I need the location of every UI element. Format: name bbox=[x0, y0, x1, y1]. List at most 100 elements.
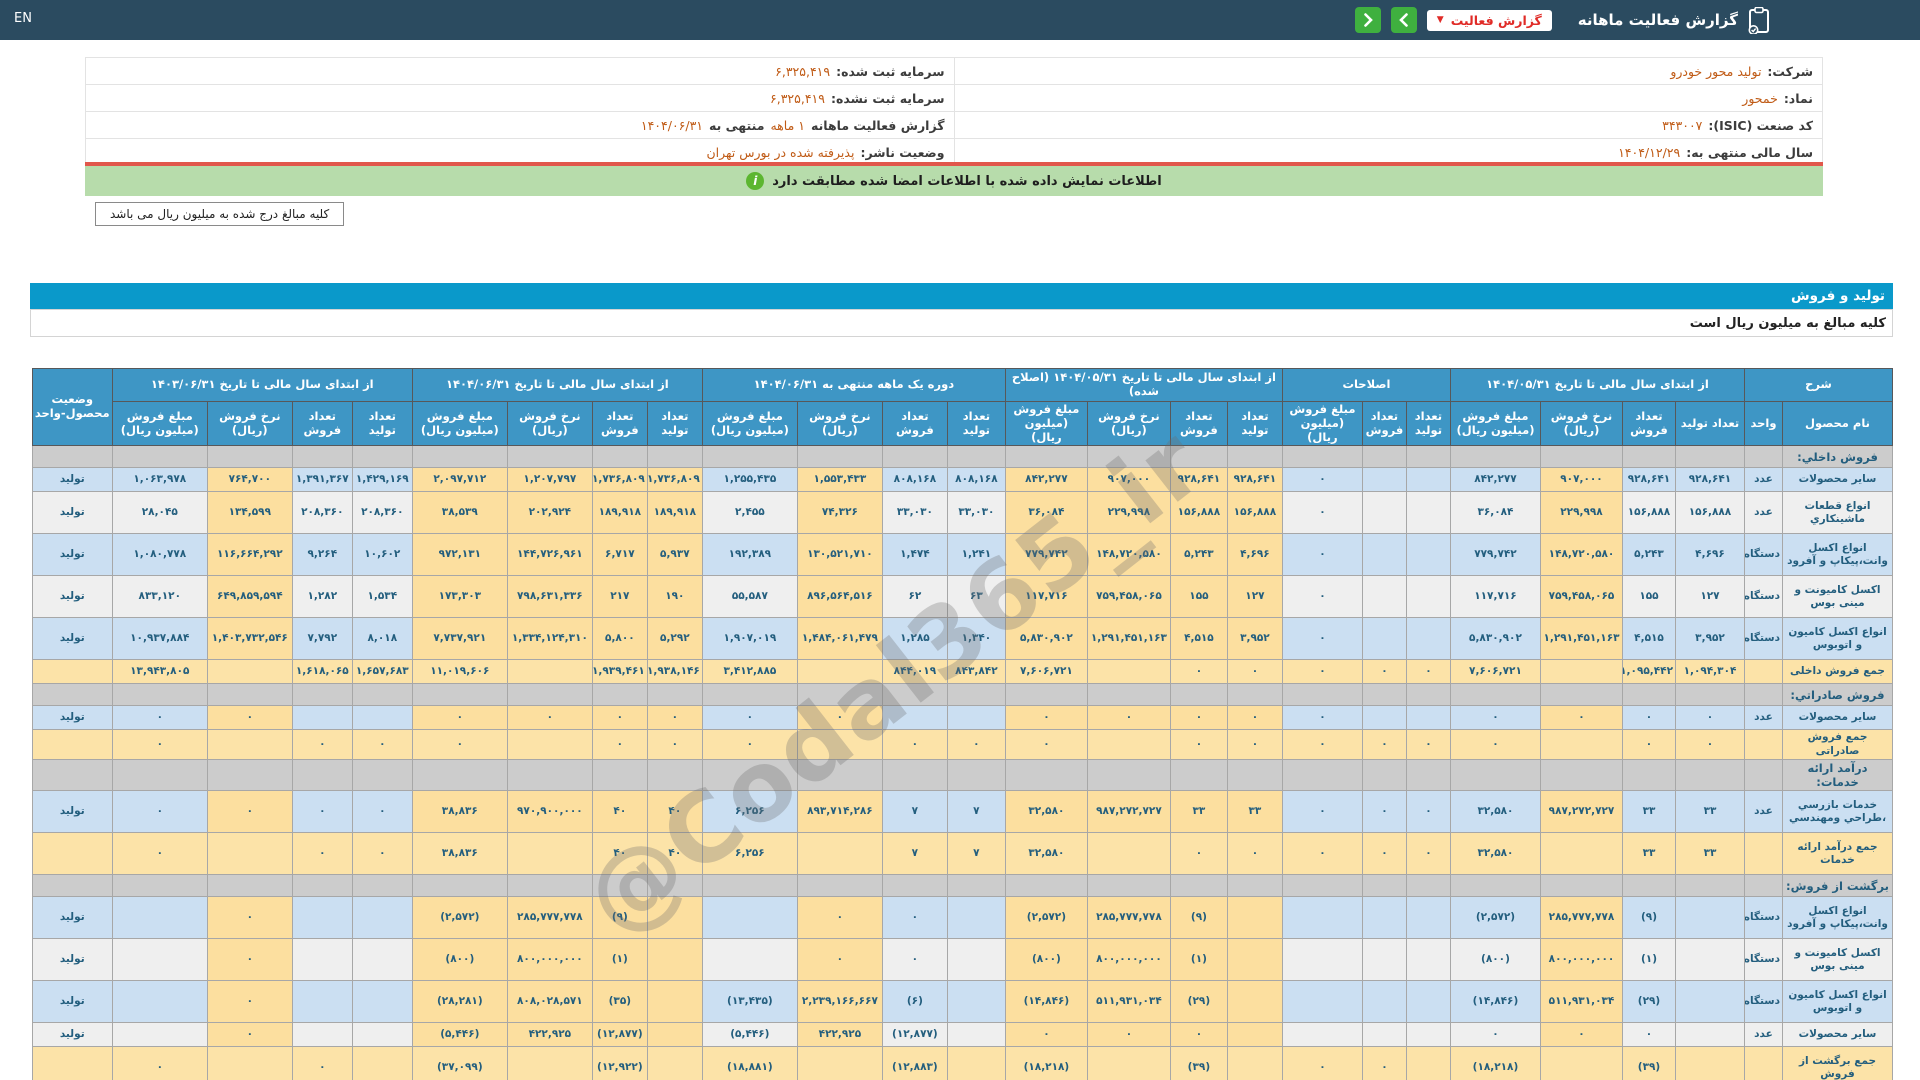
cell-c-amount: (۸۰۰) bbox=[1004, 938, 1088, 982]
next-report-button[interactable] bbox=[1390, 7, 1417, 33]
cell-b-qty-sale bbox=[1361, 445, 1407, 469]
cell-a-qty-sale: ۰ bbox=[1621, 705, 1676, 731]
cell-f-qty-sale bbox=[291, 683, 353, 707]
cell-d-rate: ۸۹۶,۵۶۴,۵۱۶ bbox=[796, 575, 883, 619]
report-type-dropdown[interactable]: گزارش فعالیت ▼ bbox=[1426, 9, 1552, 31]
info-icon: i bbox=[746, 172, 765, 190]
cell-e-qty-prod bbox=[646, 896, 703, 940]
cell-c-qty-sale: (۳۹) bbox=[1169, 1046, 1228, 1080]
cell-b-qty-prod bbox=[1405, 705, 1451, 731]
product-name: جمع فروش صادراتی bbox=[1782, 729, 1893, 760]
cell-c-rate bbox=[1086, 1046, 1171, 1080]
cell-c-amount bbox=[1004, 758, 1088, 792]
cell-c-amount: ۳۲,۵۸۰ bbox=[1004, 832, 1088, 876]
cell-e-amount bbox=[411, 445, 508, 469]
cell-b-qty-sale bbox=[1361, 980, 1407, 1024]
cell-b-amount bbox=[1281, 683, 1363, 707]
cell-a-amount: ۰ bbox=[1449, 705, 1541, 731]
cell-b-amount: ۰ bbox=[1281, 575, 1363, 619]
cell-d-qty-sale: ۶۲ bbox=[881, 575, 948, 619]
cell-c-qty-sale: ۴,۵۱۵ bbox=[1169, 617, 1228, 661]
cell-a-qty-prod: ۰ bbox=[1674, 705, 1745, 731]
product-name: سایر محصولات bbox=[1782, 467, 1893, 493]
cell-c-rate bbox=[1086, 729, 1171, 760]
cell-a-amount: ۰ bbox=[1449, 1022, 1541, 1048]
cell-e-qty-sale bbox=[591, 683, 648, 707]
cell-d-rate bbox=[796, 445, 883, 469]
cell-e-rate: ۲۰۲,۹۲۴ bbox=[506, 491, 593, 535]
cell-d-rate bbox=[796, 683, 883, 707]
cell-a-rate: ۱,۲۹۱,۴۵۱,۱۶۳ bbox=[1539, 617, 1623, 661]
production-sales-header: تولید و فروش bbox=[30, 283, 1893, 309]
status bbox=[31, 758, 113, 792]
cell-b-amount: ۰ bbox=[1281, 659, 1363, 685]
cell-f-qty-prod bbox=[351, 705, 413, 731]
cell-f-rate bbox=[206, 659, 293, 685]
cell-e-amount: ۷,۷۳۷,۹۲۱ bbox=[411, 617, 508, 661]
header-unit: واحد bbox=[1743, 400, 1784, 447]
cell-e-qty-prod bbox=[646, 1022, 703, 1048]
cell-a-qty-sale: ۴,۵۱۵ bbox=[1621, 617, 1676, 661]
cell-e-qty-sale: ۵,۸۰۰ bbox=[591, 617, 648, 661]
cell-d-rate: ۸۹۳,۷۱۴,۲۸۶ bbox=[796, 790, 883, 834]
cell-b-qty-sale bbox=[1361, 617, 1407, 661]
cell-a-amount: ۰ bbox=[1449, 729, 1541, 760]
cell-e-qty-sale: (۹) bbox=[591, 896, 648, 940]
cell-f-rate bbox=[206, 445, 293, 469]
cell-c-qty-sale: ۹۲۸,۶۴۱ bbox=[1169, 467, 1228, 493]
cell-a-rate: ۰ bbox=[1539, 705, 1623, 731]
previous-report-button[interactable] bbox=[1354, 7, 1381, 33]
cell-e-amount bbox=[411, 683, 508, 707]
cell-f-qty-prod bbox=[351, 874, 413, 898]
cell-d-qty-prod: ۰ bbox=[946, 729, 1006, 760]
cell-e-qty-prod: ۱۹۰ bbox=[646, 575, 703, 619]
status: تولید bbox=[31, 938, 113, 982]
cell-f-qty-sale: ۱,۳۹۱,۳۶۷ bbox=[291, 467, 353, 493]
table-row: فروش صادراتي: bbox=[31, 683, 1893, 707]
cell-c-rate: ۲۲۹,۹۹۸ bbox=[1086, 491, 1171, 535]
cell-f-rate: ۱۱۶,۶۶۴,۲۹۲ bbox=[206, 533, 293, 577]
cell-d-qty-prod: ۳۳,۰۳۰ bbox=[946, 491, 1006, 535]
status: تولید bbox=[31, 575, 113, 619]
cell-c-qty-prod bbox=[1226, 938, 1283, 982]
info-cell: شرکت: تولید محور خودرو bbox=[955, 58, 1823, 84]
cell-d-qty-prod bbox=[946, 445, 1006, 469]
cell-e-rate bbox=[506, 683, 593, 707]
table-row: درآمد ارائه خدمات: bbox=[31, 758, 1893, 792]
product-name: سایر محصولات bbox=[1782, 705, 1893, 731]
table-row: سایر محصولات عدد ۰ ۰ ۰ ۰ ۰ ۰ (۱۲,۸۷۷) ۴۲۲,۹۲۵ (۵,۴… bbox=[31, 1022, 1893, 1048]
cell-e-qty-prod: ۰ bbox=[646, 729, 703, 760]
cell-b-qty-sale: ۰ bbox=[1361, 1046, 1407, 1080]
cell-e-qty-sale: ۲۱۷ bbox=[591, 575, 648, 619]
cell-a-amount: ۱۱۷,۷۱۶ bbox=[1449, 575, 1541, 619]
cell-f-qty-sale bbox=[291, 896, 353, 940]
unit: عدد bbox=[1743, 705, 1784, 731]
product-name: درآمد ارائه خدمات: bbox=[1782, 758, 1893, 792]
cell-f-amount bbox=[111, 896, 208, 940]
cell-e-rate: ۲۸۵,۷۷۷,۷۷۸ bbox=[506, 896, 593, 940]
status bbox=[31, 659, 113, 685]
table-row: جمع برگشت از فروش (۳۹) (۱۸,۲۱۸) ۰ ۰ (۳۹) (۱۸,۲… bbox=[31, 1046, 1893, 1080]
header-e-rate: نرخ فروش (ریال) bbox=[506, 400, 593, 447]
cell-a-rate bbox=[1539, 758, 1623, 792]
cell-a-rate: ۱۴۸,۷۲۰,۵۸۰ bbox=[1539, 533, 1623, 577]
cell-c-qty-prod bbox=[1226, 683, 1283, 707]
table-row: سایر محصولات عدد ۹۲۸,۶۴۱ ۹۲۸,۶۴۱ ۹۰۷,۰۰۰ ۸۴۲,… bbox=[31, 467, 1893, 493]
info-cell: کد صنعت (ISIC): ۳۴۳۰۰۷ bbox=[955, 112, 1823, 138]
cell-f-qty-prod bbox=[351, 1022, 413, 1048]
cell-c-qty-sale bbox=[1169, 758, 1228, 792]
cell-b-amount: ۰ bbox=[1281, 533, 1363, 577]
status: تولید bbox=[31, 1022, 113, 1048]
language-toggle-en[interactable]: EN bbox=[14, 11, 32, 26]
status bbox=[31, 445, 113, 469]
cell-d-amount: ۶,۲۵۶ bbox=[701, 832, 798, 876]
cell-e-rate: ۰ bbox=[506, 705, 593, 731]
cell-c-qty-sale bbox=[1169, 874, 1228, 898]
cell-e-rate: ۷۹۸,۶۳۱,۳۳۶ bbox=[506, 575, 593, 619]
cell-b-qty-sale bbox=[1361, 491, 1407, 535]
cell-e-rate bbox=[506, 659, 593, 685]
cell-d-qty-sale bbox=[881, 758, 948, 792]
cell-d-qty-prod: ۸۴۳,۸۴۲ bbox=[946, 659, 1006, 685]
cell-d-rate: ۱,۴۸۴,۰۶۱,۴۷۹ bbox=[796, 617, 883, 661]
cell-b-qty-prod bbox=[1405, 1022, 1451, 1048]
